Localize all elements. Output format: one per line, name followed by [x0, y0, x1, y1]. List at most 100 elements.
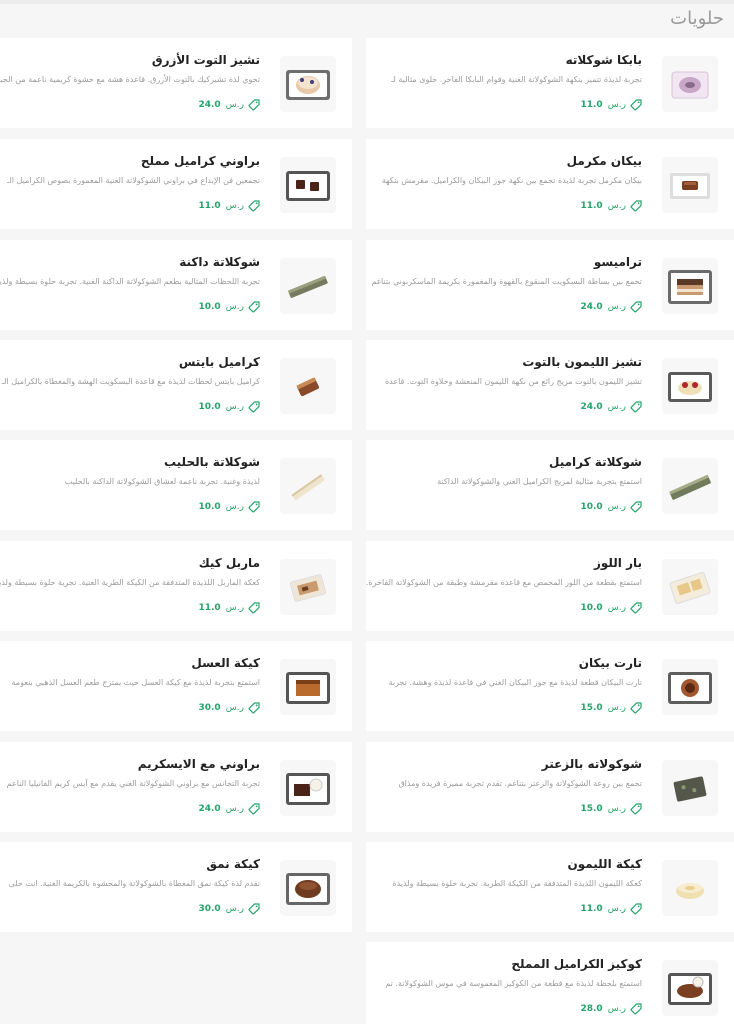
product-image[interactable]	[662, 760, 718, 816]
price-currency: ر.س	[607, 201, 626, 211]
price-row: 11.0 ر.س	[0, 199, 260, 213]
product-name[interactable]: تارت بيكان	[366, 655, 642, 671]
product-info: براوني مع الايسكريم تجربة التجانس مع برا…	[0, 756, 260, 826]
product-card[interactable]: بيكان مكرمل بيكان مكرمل تجربة لذيذة تجمع…	[366, 139, 734, 229]
product-card[interactable]: بار اللوز استمتع بقطعة من اللوز المحمص م…	[366, 541, 734, 631]
product-name[interactable]: بابكا شوكلاته	[366, 52, 642, 68]
price-tag-icon	[248, 803, 260, 815]
product-image[interactable]	[280, 458, 336, 514]
price-amount: 10.0	[198, 402, 221, 412]
price-amount: 11.0	[580, 100, 603, 110]
price-tag-icon	[630, 702, 642, 714]
price-row: 11.0 ر.س	[366, 902, 642, 916]
product-card[interactable]: تراميسو تجمع بين بساطة البسكويت المنقوع …	[366, 240, 734, 330]
product-image[interactable]	[662, 659, 718, 715]
price-currency: ر.س	[607, 804, 626, 814]
product-card[interactable]: بابكا شوكلاته تجربة لذيذة تتميز بنكهة ال…	[366, 38, 734, 128]
product-description: كعكة الليمون اللذيذة المتدفقة من الكيكة …	[392, 879, 642, 888]
product-description: استمتع بتجربة لذيذة مع كيكة العسل حيث يم…	[11, 678, 260, 687]
price-row: 24.0 ر.س	[0, 98, 260, 112]
product-card[interactable]: تارت بيكان تارت البيكان قطعة لذيذة مع جو…	[366, 641, 734, 731]
product-name[interactable]: تشيز الليمون بالتوت	[366, 354, 642, 370]
product-card[interactable]: ماربل كيك كعكة الماربل اللذيذة المتدفقة …	[0, 541, 352, 631]
product-name[interactable]: براوني كراميل مملح	[0, 153, 260, 169]
price-tag-icon	[248, 702, 260, 714]
product-card[interactable]: كيكة نمق تقدم لذة كيكة نمق المغطاة بالشو…	[0, 842, 352, 932]
product-image[interactable]	[280, 659, 336, 715]
product-name[interactable]: براوني مع الايسكريم	[0, 756, 260, 772]
price-tag-icon	[630, 1003, 642, 1015]
product-info: كراميل بايتس كراميل بايتس لحظات لذيذة مع…	[0, 354, 260, 424]
product-card[interactable]: كيكة العسل استمتع بتجربة لذيذة مع كيكة ا…	[0, 641, 352, 731]
product-price: 11.0 ر.س	[580, 100, 626, 110]
price-tag-icon	[248, 903, 260, 915]
product-image[interactable]	[662, 960, 718, 1016]
product-name[interactable]: كوكيز الكراميل المملح	[366, 956, 642, 972]
product-info: بابكا شوكلاته تجربة لذيذة تتميز بنكهة ال…	[366, 52, 642, 122]
product-image[interactable]	[280, 56, 336, 112]
price-currency: ر.س	[225, 402, 244, 412]
product-image[interactable]	[662, 157, 718, 213]
product-description: تجربة لذيذة تتميز بنكهة الشوكولاتة الغني…	[391, 75, 642, 84]
product-image[interactable]	[662, 258, 718, 314]
product-image[interactable]	[662, 860, 718, 916]
product-image[interactable]	[280, 559, 336, 615]
product-card[interactable]: تشيز التوت الأزرق تحوي لذة تشيزكيك بالتو…	[0, 38, 352, 128]
product-info: كيكة نمق تقدم لذة كيكة نمق المغطاة بالشو…	[0, 856, 260, 926]
product-image[interactable]	[662, 56, 718, 112]
product-image[interactable]	[280, 760, 336, 816]
product-image[interactable]	[662, 458, 718, 514]
product-card[interactable]: تشيز الليمون بالتوت تشيز الليمون بالتوت …	[366, 340, 734, 430]
product-info: تشيز التوت الأزرق تحوي لذة تشيزكيك بالتو…	[0, 52, 260, 122]
price-amount: 30.0	[198, 904, 221, 914]
price-tag-icon	[630, 903, 642, 915]
product-card[interactable]: براوني كراميل مملح تجمعين فن الإبداع في …	[0, 139, 352, 229]
section-title: حلويات	[670, 8, 724, 29]
price-currency: ر.س	[607, 603, 626, 613]
product-name[interactable]: شوكلاتة بالحليب	[0, 454, 260, 470]
product-card[interactable]: براوني مع الايسكريم تجربة التجانس مع برا…	[0, 742, 352, 832]
product-image[interactable]	[280, 358, 336, 414]
product-name[interactable]: كيكة العسل	[0, 655, 260, 671]
product-name[interactable]: تراميسو	[366, 254, 642, 270]
price-amount: 24.0	[198, 804, 221, 814]
product-info: كيكة الليمون كعكة الليمون اللذيذة المتدف…	[366, 856, 642, 926]
product-card[interactable]: كيكة الليمون كعكة الليمون اللذيذة المتدف…	[366, 842, 734, 932]
product-info: تشيز الليمون بالتوت تشيز الليمون بالتوت …	[366, 354, 642, 424]
product-card[interactable]: شوكلاتة داكنة تجربة اللحظات المثالية بطع…	[0, 240, 352, 330]
product-price: 10.0 ر.س	[580, 502, 626, 512]
product-name[interactable]: شوكلاتة كراميل	[366, 454, 642, 470]
product-name[interactable]: شوكلاتة داكنة	[0, 254, 260, 270]
price-currency: ر.س	[607, 100, 626, 110]
product-name[interactable]: كيكة نمق	[0, 856, 260, 872]
product-image[interactable]	[280, 258, 336, 314]
product-card[interactable]: شوكلاتة كراميل استمتع بتجربة مثالية لمزي…	[366, 440, 734, 530]
price-amount: 15.0	[580, 703, 603, 713]
price-currency: ر.س	[225, 502, 244, 512]
product-description: تارت البيكان قطعة لذيذة مع جوز البيكان ا…	[388, 678, 642, 687]
product-name[interactable]: كراميل بايتس	[0, 354, 260, 370]
product-price: 24.0 ر.س	[198, 804, 244, 814]
product-price: 10.0 ر.س	[580, 603, 626, 613]
price-amount: 24.0	[580, 402, 603, 412]
price-row: 11.0 ر.س	[0, 601, 260, 615]
product-card[interactable]: كوكيز الكراميل المملح استمتع بلحظة لذيذة…	[366, 942, 734, 1024]
product-card[interactable]: شوكلاتة بالحليب لذيذة وغنية. تجربة ناعمة…	[0, 440, 352, 530]
price-currency: ر.س	[225, 703, 244, 713]
price-row: 24.0 ر.س	[366, 400, 642, 414]
product-image[interactable]	[662, 358, 718, 414]
product-price: 10.0 ر.س	[198, 502, 244, 512]
product-image[interactable]	[280, 860, 336, 916]
product-name[interactable]: كيكة الليمون	[366, 856, 642, 872]
price-row: 10.0 ر.س	[0, 400, 260, 414]
product-image[interactable]	[662, 559, 718, 615]
product-name[interactable]: شوكولاته بالزعتر	[366, 756, 642, 772]
product-card[interactable]: كراميل بايتس كراميل بايتس لحظات لذيذة مع…	[0, 340, 352, 430]
product-card[interactable]: شوكولاته بالزعتر تجمع بين روعة الشوكولات…	[366, 742, 734, 832]
product-name[interactable]: تشيز التوت الأزرق	[0, 52, 260, 68]
product-name[interactable]: ماربل كيك	[0, 555, 260, 571]
product-description: تحوي لذة تشيزكيك بالتوت الأزرق. قاعدة هش…	[0, 75, 260, 84]
product-image[interactable]	[280, 157, 336, 213]
product-name[interactable]: بار اللوز	[366, 555, 642, 571]
product-name[interactable]: بيكان مكرمل	[366, 153, 642, 169]
